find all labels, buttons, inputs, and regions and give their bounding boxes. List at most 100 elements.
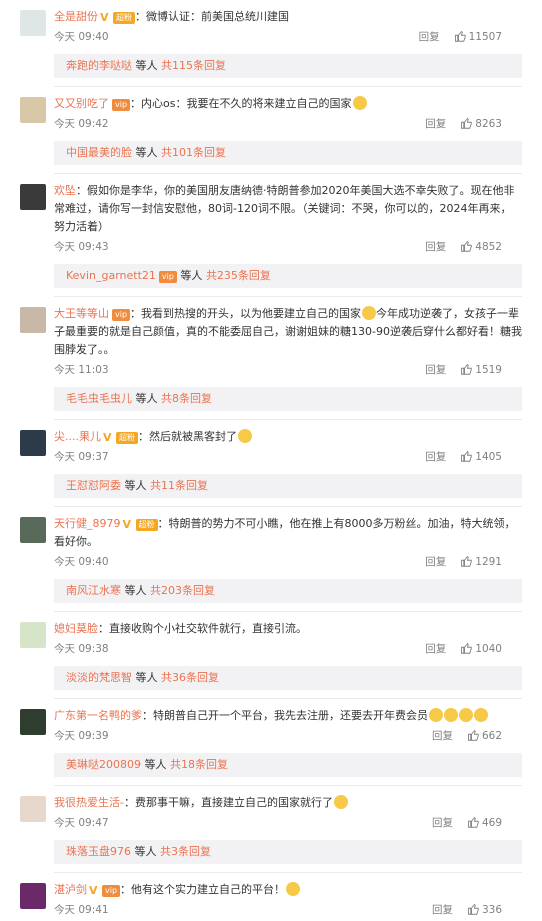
like-button[interactable]: 1405 <box>460 450 502 463</box>
like-count: 8263 <box>475 118 502 130</box>
like-button[interactable]: 11507 <box>454 30 502 43</box>
sub-replies-bar[interactable]: 毛毛虫毛虫儿 等人 共8条回复 <box>54 387 522 411</box>
sub-reply-user[interactable]: 珠落玉盘976 <box>66 845 131 858</box>
like-button[interactable]: 1519 <box>460 363 502 376</box>
comment-username[interactable]: 我很热爱生活- <box>54 796 124 809</box>
avatar[interactable] <box>20 184 46 210</box>
avatar[interactable] <box>20 430 46 456</box>
comment-username[interactable]: 天行健_8979 <box>54 517 121 530</box>
emoji-icon <box>238 429 252 443</box>
thumbs-up-icon <box>460 363 472 375</box>
like-button[interactable]: 469 <box>467 816 502 829</box>
comment-content: ：他有这个实力建立自己的平台！ <box>120 883 286 896</box>
sub-reply-user[interactable]: 南风江水寒 <box>66 584 121 597</box>
comment-username[interactable]: 又又别吃了 <box>54 97 109 110</box>
reply-button[interactable]: 回复 <box>425 643 446 655</box>
sub-reply-user[interactable]: 美琳哒200809 <box>66 758 141 771</box>
comment-username[interactable]: 大王等等山 <box>54 307 109 320</box>
sub-reply-user[interactable]: Kevin_garnett21 <box>66 269 156 282</box>
comment-text-line: 我很热爱生活-：费那事干嘛，直接建立自己的国家就行了 <box>54 794 522 812</box>
sub-replies-bar[interactable]: 王怼怼阿委 等人 共11条回复 <box>54 474 522 498</box>
comment-username[interactable]: 湛泸剑 <box>54 883 87 896</box>
comment-time: 今天 11:03 <box>54 364 109 376</box>
sub-reply-user[interactable]: 淡淡的梵思智 <box>66 671 132 684</box>
sub-replies-bar[interactable]: 美琳哒200809 等人 共18条回复 <box>54 753 522 777</box>
sub-reply-text: 等人 <box>132 392 161 405</box>
comment-item: 我很热爱生活-：费那事干嘛，直接建立自己的国家就行了 今天 09:47 回复 469 <box>0 786 542 832</box>
comment-list: 全是甜份 V 超粉 ：微博认证：前美国总统川建国今天 09:40 回复 11507 奔跑的李… <box>0 0 542 919</box>
comment-content: ：我看到热搜的开头，以为他要建立自己的国家 <box>130 307 362 320</box>
like-button[interactable]: 336 <box>467 903 502 916</box>
comment-actions: 回复 11507 <box>419 28 502 46</box>
reply-button[interactable]: 回复 <box>425 451 446 463</box>
comment-time: 今天 09:41 <box>54 904 109 916</box>
comment-username[interactable]: 全是甜份 <box>54 10 98 23</box>
like-count: 469 <box>481 817 502 829</box>
like-button[interactable]: 1291 <box>460 555 502 568</box>
comment-username[interactable]: 欢坠 <box>54 184 76 197</box>
sub-reply-count[interactable]: 共3条回复 <box>160 845 211 858</box>
comment-item: 欢坠：假如你是李华，你的美国朋友唐纳德·特朗普参加2020年美国大选不幸失败了。… <box>0 174 542 256</box>
comment-body: 尖....果儿 V 超粉 ：然后就被黑客封了 今天 09:37 回复 1405 <box>54 428 522 466</box>
avatar[interactable] <box>20 796 46 822</box>
sub-reply-user[interactable]: 王怼怼阿委 <box>66 479 121 492</box>
sub-reply-user[interactable]: 中国最美的脸 <box>66 146 132 159</box>
avatar[interactable] <box>20 307 46 333</box>
comment-time: 今天 09:38 <box>54 643 109 655</box>
comment-actions: 回复 469 <box>432 814 502 832</box>
reply-button[interactable]: 回复 <box>419 31 440 43</box>
sub-replies-bar[interactable]: 中国最美的脸 等人 共101条回复 <box>54 141 522 165</box>
comment-username[interactable]: 媳妇莫脸 <box>54 622 98 635</box>
comment-item: 媳妇莫脸：直接收购个小社交软件就行，直接引流。 今天 09:38 回复 1040 <box>0 612 542 658</box>
fan-badge: 超粉 <box>113 12 135 24</box>
sub-reply-user[interactable]: 奔跑的李哒哒 <box>66 59 132 72</box>
avatar[interactable] <box>20 622 46 648</box>
reply-button[interactable]: 回复 <box>425 241 446 253</box>
avatar[interactable] <box>20 709 46 735</box>
comment-item: 天行健_8979 V 超粉 ：特朗普的势力不可小瞧，他在推上有8000多万粉丝。加油，… <box>0 507 542 571</box>
sub-reply-count[interactable]: 共203条回复 <box>150 584 215 597</box>
thumbs-up-icon <box>460 642 472 654</box>
avatar[interactable] <box>20 883 46 909</box>
sub-replies-bar[interactable]: Kevin_garnett21 vip 等人 共235条回复 <box>54 264 522 288</box>
avatar[interactable] <box>20 10 46 36</box>
reply-button[interactable]: 回复 <box>425 118 446 130</box>
reply-button[interactable]: 回复 <box>432 817 453 829</box>
reply-button[interactable]: 回复 <box>432 904 453 916</box>
avatar[interactable] <box>20 97 46 123</box>
emoji-icon <box>429 708 443 722</box>
comment-text-line: 全是甜份 V 超粉 ：微博认证：前美国总统川建国 <box>54 8 522 26</box>
thumbs-up-icon <box>460 117 472 129</box>
like-button[interactable]: 1040 <box>460 642 502 655</box>
sub-reply-count[interactable]: 共8条回复 <box>161 392 212 405</box>
reply-button[interactable]: 回复 <box>432 730 453 742</box>
sub-reply-count[interactable]: 共115条回复 <box>161 59 226 72</box>
sub-replies-bar[interactable]: 珠落玉盘976 等人 共3条回复 <box>54 840 522 864</box>
comment-meta: 今天 11:03 回复 1519 <box>54 361 522 379</box>
avatar[interactable] <box>20 517 46 543</box>
sub-reply-count[interactable]: 共36条回复 <box>161 671 219 684</box>
comment-time: 今天 09:40 <box>54 31 109 43</box>
comment-text-line: 大王等等山 vip ：我看到热搜的开头，以为他要建立自己的国家 今年成功逆袭了，女孩子… <box>54 305 522 359</box>
like-button[interactable]: 662 <box>467 729 502 742</box>
sub-reply-user[interactable]: 毛毛虫毛虫儿 <box>66 392 132 405</box>
sub-reply-count[interactable]: 共18条回复 <box>170 758 228 771</box>
like-button[interactable]: 8263 <box>460 117 502 130</box>
sub-reply-count[interactable]: 共11条回复 <box>150 479 208 492</box>
sub-reply-count[interactable]: 共235条回复 <box>206 269 271 282</box>
fan-badge: 超粉 <box>116 432 138 444</box>
like-button[interactable]: 4852 <box>460 240 502 253</box>
sub-replies-bar[interactable]: 淡淡的梵思智 等人 共36条回复 <box>54 666 522 690</box>
thumbs-up-icon <box>467 903 479 915</box>
sub-reply-text: 等人 <box>176 269 206 282</box>
comment-time: 今天 09:37 <box>54 451 109 463</box>
reply-button[interactable]: 回复 <box>425 364 446 376</box>
comment-actions: 回复 336 <box>432 901 502 919</box>
sub-reply-count[interactable]: 共101条回复 <box>161 146 226 159</box>
reply-button[interactable]: 回复 <box>425 556 446 568</box>
sub-replies-bar[interactable]: 奔跑的李哒哒 等人 共115条回复 <box>54 54 522 78</box>
sub-replies-bar[interactable]: 南风江水寒 等人 共203条回复 <box>54 579 522 603</box>
comment-username[interactable]: 尖....果儿 <box>54 430 101 443</box>
comment-username[interactable]: 广东第一名鸭的爹 <box>54 709 142 722</box>
like-count: 1291 <box>475 556 502 568</box>
